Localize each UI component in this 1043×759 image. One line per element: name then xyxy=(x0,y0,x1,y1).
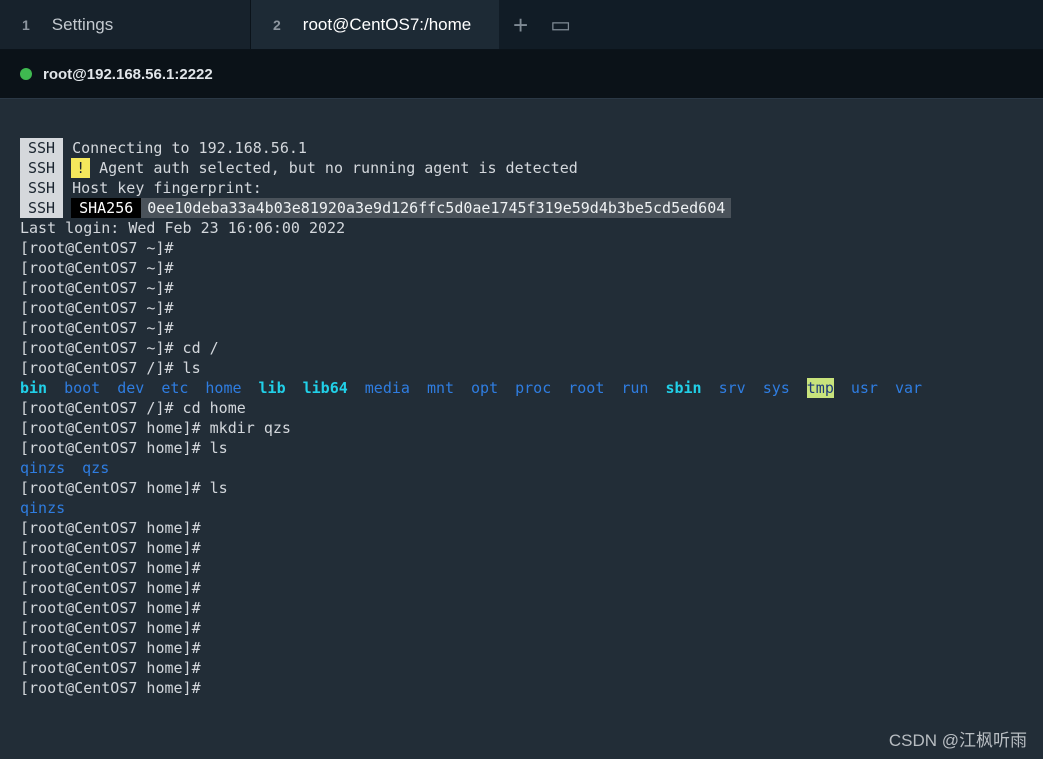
ssh-line: SSH Connecting to 192.168.56.1 xyxy=(20,138,1033,158)
dir-entry: root xyxy=(568,379,605,397)
terminal-line: [root@CentOS7 home]# xyxy=(20,659,201,677)
warning-icon: ! xyxy=(71,158,91,178)
terminal-line: Last login: Wed Feb 23 16:06:00 2022 xyxy=(20,219,346,237)
tab-settings[interactable]: 1 Settings xyxy=(0,0,251,49)
dir-entry: mnt xyxy=(426,379,455,397)
dir-entry: etc xyxy=(161,379,189,397)
dir-entry: boot xyxy=(64,379,101,397)
watermark: CSDN @江枫听雨 xyxy=(888,731,1027,750)
ssh-message: Host key fingerprint: xyxy=(72,179,262,197)
dir-entry: media xyxy=(364,379,410,397)
ssh-line: SSH! Agent auth selected, but no running… xyxy=(20,158,1033,178)
terminal-line: [root@CentOS7 home]# xyxy=(20,639,201,657)
ssh-message: Connecting to 192.168.56.1 xyxy=(72,139,307,157)
tab-actions: + ▭ xyxy=(499,0,571,49)
ssh-tag: SSH xyxy=(20,198,64,218)
terminal-output[interactable]: SSH Connecting to 192.168.56.1 SSH! Agen… xyxy=(20,138,1033,698)
ssh-tag: SSH xyxy=(20,158,64,178)
connection-header: root@192.168.56.1:2222 xyxy=(0,50,1043,99)
ssh-tag: SSH xyxy=(20,178,64,198)
terminal-line: [root@CentOS7 home]# xyxy=(20,539,201,557)
terminal-line: [root@CentOS7 home]# xyxy=(20,619,201,637)
dir-entry: sys xyxy=(762,379,790,397)
terminal-line: [root@CentOS7 ~]# xyxy=(20,279,174,297)
terminal-line: [root@CentOS7 home]# xyxy=(20,559,201,577)
dir-entry: run xyxy=(621,379,649,397)
tab-terminal[interactable]: 2 root@CentOS7:/home xyxy=(251,0,499,49)
status-dot-icon xyxy=(20,68,32,80)
terminal-line: [root@CentOS7 ~]# xyxy=(20,259,174,277)
window-icon[interactable]: ▭ xyxy=(550,13,571,36)
connection-label: root@192.168.56.1:2222 xyxy=(43,65,213,83)
tab-label: root@CentOS7:/home xyxy=(302,14,472,34)
terminal-line: [root@CentOS7 ~]# xyxy=(20,299,174,317)
terminal-line: [root@CentOS7 ~]# xyxy=(20,239,174,257)
fingerprint-value: 0ee10deba33a4b03e81920a3e9d126ffc5d0ae17… xyxy=(141,198,732,218)
terminal-line: [root@CentOS7 /]# ls xyxy=(20,359,201,377)
dir-entry: qzs xyxy=(82,459,110,477)
tab-label: Settings xyxy=(51,14,114,34)
ssh-message: Agent auth selected, but no running agen… xyxy=(99,159,578,177)
ssh-line: SSH SHA256 0ee10deba33a4b03e81920a3e9d126f… xyxy=(20,198,1033,218)
dir-entry: qinzs xyxy=(20,459,66,477)
ssh-line: SSH Host key fingerprint: xyxy=(20,178,1033,198)
terminal-line: [root@CentOS7 home]# xyxy=(20,599,201,617)
tab-number: 1 xyxy=(22,16,30,33)
tab-bar: 1 Settings 2 root@CentOS7:/home + ▭ xyxy=(0,0,1043,50)
terminal-line: [root@CentOS7 ~]# xyxy=(20,319,174,337)
terminal-line: [root@CentOS7 home]# xyxy=(20,679,201,697)
dir-entry: tmp xyxy=(806,378,834,398)
dir-entry: proc xyxy=(515,379,552,397)
terminal-line: [root@CentOS7 home]# ls xyxy=(20,479,228,497)
terminal-line: [root@CentOS7 home]# mkdir qzs xyxy=(20,419,291,437)
dir-entry: lib64 xyxy=(302,379,348,397)
ssh-tag: SSH xyxy=(20,138,64,158)
tab-number: 2 xyxy=(273,16,281,33)
dir-entry: bin xyxy=(20,379,48,397)
dir-entry: dev xyxy=(117,379,145,397)
dir-entry: home xyxy=(205,379,242,397)
dir-entry: opt xyxy=(471,379,499,397)
ls-output: qinzs qzs xyxy=(20,458,1033,478)
terminal-line: [root@CentOS7 home]# xyxy=(20,519,201,537)
dir-entry: srv xyxy=(718,379,746,397)
dir-entry: sbin xyxy=(665,379,702,397)
dir-entry: qinzs xyxy=(20,499,66,517)
ls-output: bin boot dev etc home lib lib64 media mn… xyxy=(20,378,1033,398)
dir-entry: usr xyxy=(850,379,878,397)
sha-label: SHA256 xyxy=(71,198,142,218)
ls-output: qinzs xyxy=(20,498,1033,518)
terminal-line: [root@CentOS7 home]# ls xyxy=(20,439,228,457)
terminal-line: [root@CentOS7 /]# cd home xyxy=(20,399,246,417)
terminal-line: [root@CentOS7 home]# xyxy=(20,579,201,597)
dir-entry: lib xyxy=(258,379,286,397)
terminal-line: [root@CentOS7 ~]# cd / xyxy=(20,339,219,357)
dir-entry: var xyxy=(894,379,923,397)
plus-icon[interactable]: + xyxy=(513,12,528,38)
